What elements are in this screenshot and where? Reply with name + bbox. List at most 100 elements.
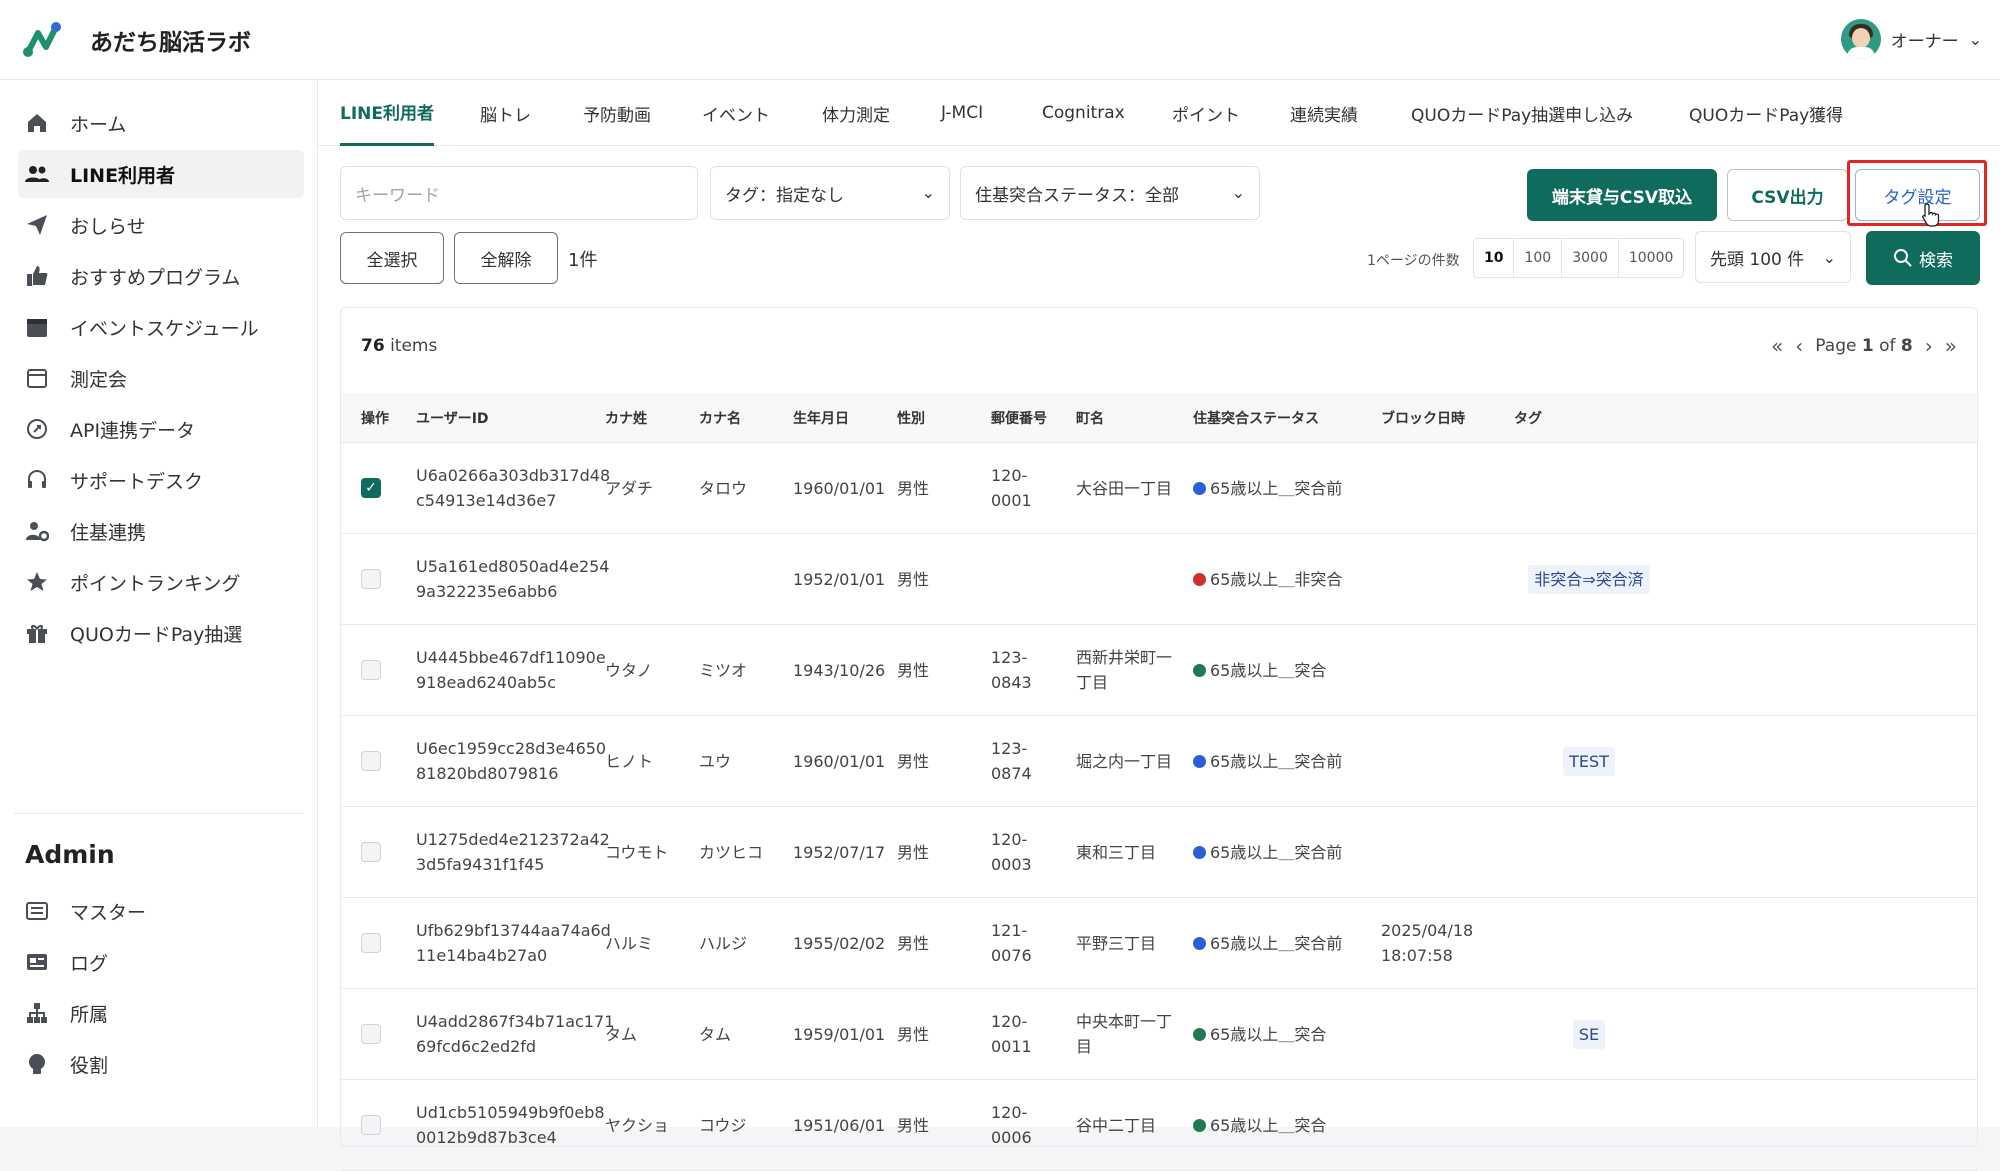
tab-prevention-video[interactable]: 予防動画: [583, 80, 651, 146]
deselect-all-button[interactable]: 全解除: [454, 232, 558, 284]
col-header[interactable]: 郵便番号: [991, 393, 1047, 443]
col-header[interactable]: タグ: [1514, 393, 1542, 443]
csv-export-button[interactable]: CSV出力: [1727, 169, 1848, 221]
user-id-cell[interactable]: Ufb629bf13744aa74a6d 11e14ba4b27a0: [416, 898, 611, 988]
tab-event[interactable]: イベント: [702, 80, 770, 146]
table-row[interactable]: U1275ded4e212372a42 3d5fa9431f1f45 コウモト カツヒ…: [341, 807, 1977, 898]
table-row[interactable]: U4445bbe467df11090e 918ead6240ab5c ウタノ ミツオ 1…: [341, 625, 1977, 716]
user-id-cell[interactable]: U1275ded4e212372a42 3d5fa9431f1f45: [416, 807, 610, 897]
col-header[interactable]: 性別: [897, 393, 925, 443]
status-cell: 65歳以上＿突合: [1193, 1080, 1326, 1170]
sex-cell: 男性: [897, 478, 930, 498]
sidebar-item-home[interactable]: ホーム: [18, 99, 304, 147]
calendar-icon: [24, 314, 50, 340]
search-button[interactable]: 検索: [1866, 231, 1980, 285]
sidebar-item-role[interactable]: 役割: [18, 1040, 304, 1088]
user-role-label[interactable]: オーナー: [1891, 27, 1959, 52]
tag-chip[interactable]: TEST: [1563, 746, 1615, 776]
tab-fitness-test[interactable]: 体力測定: [822, 80, 890, 146]
tag-chip[interactable]: SE: [1572, 1019, 1606, 1049]
row-checkbox[interactable]: [361, 1024, 381, 1044]
tab-streak[interactable]: 連続実績: [1290, 80, 1358, 146]
row-checkbox[interactable]: [361, 660, 381, 680]
tab-cognitrax[interactable]: Cognitrax: [1042, 80, 1125, 146]
row-checkbox[interactable]: [361, 569, 381, 589]
status-filter-select[interactable]: 住基突合ステータス：全部 ⌄: [960, 166, 1260, 220]
tag-filter-select[interactable]: タグ：指定なし ⌄: [710, 166, 950, 220]
app-name[interactable]: あだち脳活ラボ: [90, 23, 251, 57]
tab-brain-training[interactable]: 脳トレ: [480, 80, 531, 146]
sidebar-item-event-schedule[interactable]: イベントスケジュール: [18, 303, 304, 351]
row-checkbox[interactable]: [361, 933, 381, 953]
app-logo-icon[interactable]: [20, 19, 62, 61]
sidebar-item-affiliation[interactable]: 所属: [18, 989, 304, 1037]
per-page-option[interactable]: 100: [1514, 239, 1563, 277]
sidebar-item-api-data[interactable]: API連携データ: [18, 405, 304, 453]
table-row[interactable]: U4add2867f34b71ac171 69fcd6c2ed2fd タム タム 195…: [341, 989, 1977, 1080]
chevron-down-icon[interactable]: ⌄: [1969, 30, 1982, 49]
user-gear-icon: [24, 518, 50, 544]
user-id-cell[interactable]: U5a161ed8050ad4e254 9a322235e6abb6: [416, 534, 609, 624]
table-row[interactable]: U6ec1959cc28d3e4650 81820bd8079816 ヒノト ユウ 19…: [341, 716, 1977, 807]
status-dot: [1193, 572, 1206, 586]
chevron-down-icon: ⌄: [1231, 183, 1245, 202]
select-all-button[interactable]: 全選択: [340, 232, 444, 284]
tab-points[interactable]: ポイント: [1172, 80, 1240, 146]
col-header[interactable]: カナ名: [699, 393, 741, 443]
table-row[interactable]: ✓ U6a0266a303db317d48 c54913e14d36e7 アダチ タロウ…: [341, 443, 1977, 534]
user-id-cell[interactable]: U6a0266a303db317d48 c54913e14d36e7: [416, 443, 610, 533]
col-header[interactable]: ブロック日時: [1381, 393, 1465, 443]
row-checkbox[interactable]: ✓: [361, 478, 381, 498]
row-checkbox[interactable]: [361, 842, 381, 862]
table-row[interactable]: U5a161ed8050ad4e254 9a322235e6abb6 1952/01…: [341, 534, 1977, 625]
tab-quo-earned[interactable]: QUOカードPay獲得: [1689, 80, 1843, 146]
col-header[interactable]: 生年月日: [793, 393, 849, 443]
user-id-cell[interactable]: U4445bbe467df11090e 918ead6240ab5c: [416, 625, 606, 715]
sex-cell: 男性: [897, 660, 930, 680]
avatar[interactable]: [1840, 19, 1881, 59]
per-page-option[interactable]: 10000: [1618, 239, 1684, 277]
keyword-input[interactable]: キーワード: [340, 166, 698, 220]
col-header[interactable]: 住基突合ステータス: [1193, 393, 1319, 443]
head-count-select[interactable]: 先頭 100 件 ⌄: [1695, 231, 1851, 283]
status-cell: 65歳以上＿突合前: [1193, 443, 1342, 533]
log-icon: [24, 949, 50, 975]
user-id-cell[interactable]: Ud1cb5105949b9f0eb8 0012b9d87b3ce4: [416, 1080, 605, 1170]
tab-line-users[interactable]: LINE利用者: [340, 80, 434, 146]
sidebar-item-line-users[interactable]: LINE利用者: [18, 150, 304, 198]
sidebar-item-point-ranking[interactable]: ポイントランキング: [18, 558, 304, 606]
table-row[interactable]: Ufb629bf13744aa74a6d 11e14ba4b27a0 ハルミ ハルジ 1…: [341, 898, 1977, 989]
col-header[interactable]: 町名: [1076, 393, 1104, 443]
tab-j-mci[interactable]: J-MCI: [941, 80, 983, 146]
first-page-icon[interactable]: «: [1771, 334, 1783, 358]
user-id-cell[interactable]: U6ec1959cc28d3e4650 81820bd8079816: [416, 716, 606, 806]
tag-cell: [1514, 443, 1664, 533]
csv-import-button[interactable]: 端末貸与CSV取込: [1527, 169, 1717, 221]
table-row[interactable]: Ud1cb5105949b9f0eb8 0012b9d87b3ce4 ヤクショ コウジ…: [341, 1080, 1977, 1171]
sidebar-item-master[interactable]: マスター: [18, 887, 304, 935]
sidebar-item-support-desk[interactable]: サポートデスク: [18, 456, 304, 504]
sidebar-item-log[interactable]: ログ: [18, 938, 304, 986]
row-checkbox[interactable]: [361, 751, 381, 771]
next-page-icon[interactable]: ›: [1925, 334, 1933, 358]
col-header[interactable]: ユーザーID: [416, 393, 489, 443]
tag-chip[interactable]: 非突合⇒突合済: [1528, 564, 1650, 594]
sidebar-item-juki-link[interactable]: 住基連携: [18, 507, 304, 555]
org-icon: [24, 1000, 50, 1026]
col-header[interactable]: カナ姓: [605, 393, 647, 443]
per-page-option[interactable]: 3000: [1562, 239, 1619, 277]
head-count-value: 先頭 100 件: [1710, 249, 1805, 270]
last-page-icon[interactable]: »: [1945, 334, 1957, 358]
sidebar-item-recommended[interactable]: おすすめプログラム: [18, 252, 304, 300]
kana-mei-cell: タロウ: [699, 478, 748, 498]
sidebar-item-quo-lottery[interactable]: QUOカードPay抽選: [18, 609, 304, 657]
sidebar-item-measurement[interactable]: 測定会: [18, 354, 304, 402]
user-menu[interactable]: オーナー ⌄: [1840, 19, 1982, 59]
sidebar: ホーム LINE利用者 おしらせ おすすめプログラム イベントスケジュール 測定…: [0, 80, 318, 1127]
per-page-option[interactable]: 10: [1474, 239, 1515, 277]
user-id-cell[interactable]: U4add2867f34b71ac171 69fcd6c2ed2fd: [416, 989, 614, 1079]
tab-quo-lottery-entry[interactable]: QUOカードPay抽選申し込み: [1411, 80, 1633, 146]
prev-page-icon[interactable]: ‹: [1795, 334, 1803, 358]
row-checkbox[interactable]: [361, 1115, 381, 1135]
sidebar-item-notice[interactable]: おしらせ: [18, 201, 304, 249]
